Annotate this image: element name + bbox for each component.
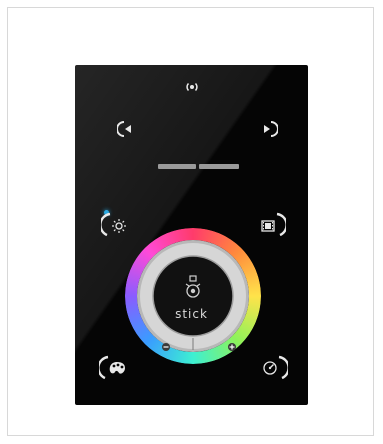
- wheel-plus-button[interactable]: [227, 337, 237, 351]
- previous-button[interactable]: [116, 120, 135, 138]
- speed-button[interactable]: [258, 354, 290, 382]
- zone-indicator-left: [158, 164, 196, 169]
- color-palette-button[interactable]: [97, 354, 129, 382]
- plus-icon: [228, 343, 236, 351]
- radio-waves-icon: [186, 82, 198, 92]
- arrow-left-icon: [116, 121, 131, 137]
- next-button[interactable]: [260, 120, 279, 138]
- palette-icon: [97, 355, 125, 380]
- center-button[interactable]: [176, 271, 210, 305]
- speedometer-icon: [263, 355, 290, 380]
- zone-indicator-right: [199, 164, 239, 169]
- arrow-right-icon: [264, 121, 279, 137]
- stick-logo-icon: [185, 275, 201, 298]
- wheel-minus-button[interactable]: [161, 337, 171, 351]
- minus-icon: [162, 343, 170, 351]
- brand-label: stick: [175, 307, 208, 321]
- touch-panel: stick: [75, 65, 308, 405]
- wireless-button[interactable]: [183, 79, 201, 95]
